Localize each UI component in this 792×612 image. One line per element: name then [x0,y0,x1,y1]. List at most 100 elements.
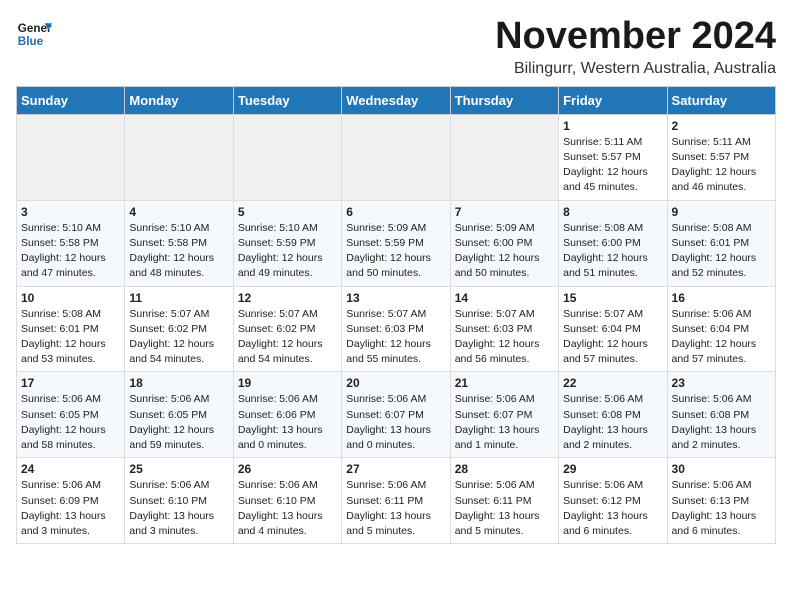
calendar-cell: 1Sunrise: 5:11 AMSunset: 5:57 PMDaylight… [559,114,667,200]
calendar-cell: 7 Sunrise: 5:09 AMSunset: 6:00 PMDaylight… [450,200,558,286]
day-info: Sunrise: 5:06 AMSunset: 6:07 PMDaylight:… [346,392,445,453]
col-header-monday: Monday [125,86,233,114]
calendar-week-3: 10 Sunrise: 5:08 AMSunset: 6:01 PMDayligh… [17,286,776,372]
day-info: Sunrise: 5:06 AMSunset: 6:12 PMDaylight:… [563,478,662,539]
calendar-cell: 2 Sunrise: 5:11 AMSunset: 5:57 PMDaylight… [667,114,775,200]
day-info: Sunrise: 5:07 AMSunset: 6:02 PMDaylight:… [238,307,337,368]
day-number: 3 [21,205,120,219]
calendar-cell: 13 Sunrise: 5:07 AMSunset: 6:03 PMDayligh… [342,286,450,372]
col-header-sunday: Sunday [17,86,125,114]
day-number: 14 [455,291,554,305]
logo-icon: General Blue [16,16,52,52]
calendar-cell: 16 Sunrise: 5:06 AMSunset: 6:04 PMDayligh… [667,286,775,372]
day-info: Sunrise: 5:06 AMSunset: 6:08 PMDaylight:… [563,392,662,453]
day-number: 16 [672,291,771,305]
day-info: Sunrise: 5:11 AMSunset: 5:57 PMDaylight:… [672,135,771,196]
day-number: 2 [672,119,771,133]
day-number: 23 [672,376,771,390]
day-number: 24 [21,462,120,476]
calendar-cell: 14Sunrise: 5:07 AMSunset: 6:03 PMDayligh… [450,286,558,372]
calendar-cell: 29 Sunrise: 5:06 AMSunset: 6:12 PMDayligh… [559,458,667,544]
calendar-cell: 20 Sunrise: 5:06 AMSunset: 6:07 PMDayligh… [342,372,450,458]
day-info: Sunrise: 5:07 AMSunset: 6:02 PMDaylight:… [129,307,228,368]
day-number: 7 [455,205,554,219]
calendar-week-5: 24 Sunrise: 5:06 AMSunset: 6:09 PMDayligh… [17,458,776,544]
day-number: 13 [346,291,445,305]
calendar-cell: 22 Sunrise: 5:06 AMSunset: 6:08 PMDayligh… [559,372,667,458]
day-info: Sunrise: 5:06 AMSunset: 6:09 PMDaylight:… [21,478,120,539]
day-number: 19 [238,376,337,390]
col-header-thursday: Thursday [450,86,558,114]
svg-text:Blue: Blue [18,35,44,48]
day-info: Sunrise: 5:07 AMSunset: 6:03 PMDaylight:… [346,307,445,368]
calendar-cell: 24 Sunrise: 5:06 AMSunset: 6:09 PMDayligh… [17,458,125,544]
day-number: 11 [129,291,228,305]
calendar-cell [342,114,450,200]
calendar-cell: 12 Sunrise: 5:07 AMSunset: 6:02 PMDayligh… [233,286,341,372]
day-info: Sunrise: 5:06 AMSunset: 6:07 PMDaylight:… [455,392,554,453]
calendar-cell [125,114,233,200]
day-info: Sunrise: 5:11 AMSunset: 5:57 PMDaylight:… [563,135,662,196]
day-number: 17 [21,376,120,390]
calendar-cell [17,114,125,200]
day-info: Sunrise: 5:08 AMSunset: 6:00 PMDaylight:… [563,221,662,282]
day-number: 29 [563,462,662,476]
calendar-cell: 15 Sunrise: 5:07 AMSunset: 6:04 PMDayligh… [559,286,667,372]
col-header-saturday: Saturday [667,86,775,114]
day-info: Sunrise: 5:08 AMSunset: 6:01 PMDaylight:… [21,307,120,368]
day-info: Sunrise: 5:06 AMSunset: 6:11 PMDaylight:… [346,478,445,539]
col-header-tuesday: Tuesday [233,86,341,114]
calendar-week-4: 17 Sunrise: 5:06 AMSunset: 6:05 PMDayligh… [17,372,776,458]
day-number: 25 [129,462,228,476]
calendar-cell: 25 Sunrise: 5:06 AMSunset: 6:10 PMDayligh… [125,458,233,544]
calendar-week-1: 1Sunrise: 5:11 AMSunset: 5:57 PMDaylight… [17,114,776,200]
day-number: 28 [455,462,554,476]
day-info: Sunrise: 5:06 AMSunset: 6:11 PMDaylight:… [455,478,554,539]
day-info: Sunrise: 5:06 AMSunset: 6:04 PMDaylight:… [672,307,771,368]
calendar-cell: 27 Sunrise: 5:06 AMSunset: 6:11 PMDayligh… [342,458,450,544]
calendar-cell: 19 Sunrise: 5:06 AMSunset: 6:06 PMDayligh… [233,372,341,458]
day-info: Sunrise: 5:06 AMSunset: 6:10 PMDaylight:… [238,478,337,539]
day-number: 27 [346,462,445,476]
calendar-header-row: SundayMondayTuesdayWednesdayThursdayFrid… [17,86,776,114]
day-number: 10 [21,291,120,305]
day-number: 9 [672,205,771,219]
day-info: Sunrise: 5:09 AMSunset: 6:00 PMDaylight:… [455,221,554,282]
day-number: 12 [238,291,337,305]
calendar-cell: 17Sunrise: 5:06 AMSunset: 6:05 PMDayligh… [17,372,125,458]
day-info: Sunrise: 5:09 AMSunset: 5:59 PMDaylight:… [346,221,445,282]
logo: General Blue [16,16,52,52]
title-block: November 2024 Bilingurr, Western Austral… [495,16,776,78]
calendar-cell: 18Sunrise: 5:06 AMSunset: 6:05 PMDayligh… [125,372,233,458]
calendar-cell: 8 Sunrise: 5:08 AMSunset: 6:00 PMDaylight… [559,200,667,286]
calendar-cell: 26Sunrise: 5:06 AMSunset: 6:10 PMDayligh… [233,458,341,544]
page-header: General Blue November 2024 Bilingurr, We… [16,16,776,78]
calendar-cell: 3Sunrise: 5:10 AMSunset: 5:58 PMDaylight… [17,200,125,286]
calendar-cell: 10 Sunrise: 5:08 AMSunset: 6:01 PMDayligh… [17,286,125,372]
day-number: 4 [129,205,228,219]
day-number: 21 [455,376,554,390]
day-info: Sunrise: 5:06 AMSunset: 6:05 PMDaylight:… [129,392,228,453]
calendar-cell [450,114,558,200]
page-subtitle: Bilingurr, Western Australia, Australia [495,60,776,78]
day-info: Sunrise: 5:07 AMSunset: 6:04 PMDaylight:… [563,307,662,368]
day-info: Sunrise: 5:06 AMSunset: 6:06 PMDaylight:… [238,392,337,453]
day-info: Sunrise: 5:06 AMSunset: 6:08 PMDaylight:… [672,392,771,453]
day-info: Sunrise: 5:10 AMSunset: 5:58 PMDaylight:… [129,221,228,282]
day-number: 22 [563,376,662,390]
day-info: Sunrise: 5:06 AMSunset: 6:10 PMDaylight:… [129,478,228,539]
day-number: 15 [563,291,662,305]
day-number: 8 [563,205,662,219]
calendar-cell: 4 Sunrise: 5:10 AMSunset: 5:58 PMDaylight… [125,200,233,286]
day-number: 30 [672,462,771,476]
calendar-cell: 9Sunrise: 5:08 AMSunset: 6:01 PMDaylight… [667,200,775,286]
calendar-cell: 11 Sunrise: 5:07 AMSunset: 6:02 PMDayligh… [125,286,233,372]
day-number: 6 [346,205,445,219]
calendar-cell: 30Sunrise: 5:06 AMSunset: 6:13 PMDayligh… [667,458,775,544]
calendar-cell: 21 Sunrise: 5:06 AMSunset: 6:07 PMDayligh… [450,372,558,458]
calendar-cell: 5Sunrise: 5:10 AMSunset: 5:59 PMDaylight… [233,200,341,286]
day-info: Sunrise: 5:10 AMSunset: 5:59 PMDaylight:… [238,221,337,282]
calendar-week-2: 3 Sunrise: 5:10 AMSunset: 5:58 PMDaylight… [17,200,776,286]
calendar-cell: 28 Sunrise: 5:06 AMSunset: 6:11 PMDayligh… [450,458,558,544]
day-number: 20 [346,376,445,390]
